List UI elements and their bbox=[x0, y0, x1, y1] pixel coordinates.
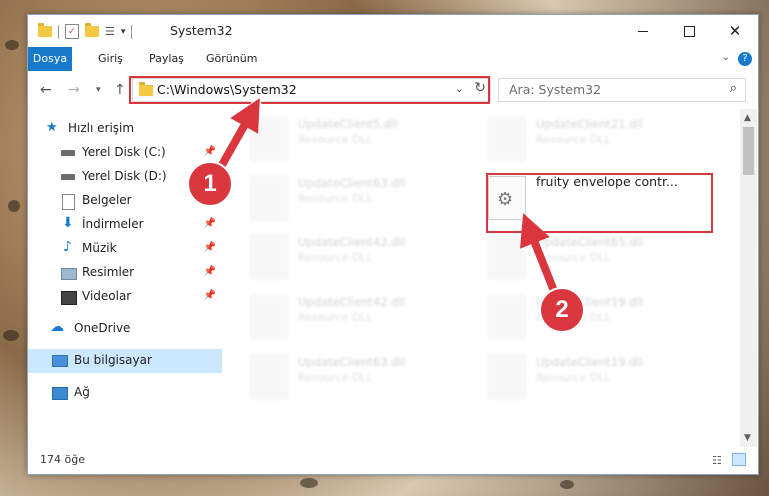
step-1-badge: 1 bbox=[187, 161, 233, 207]
step-2-badge: 2 bbox=[539, 287, 585, 333]
annotation-arrows bbox=[212, 98, 562, 302]
